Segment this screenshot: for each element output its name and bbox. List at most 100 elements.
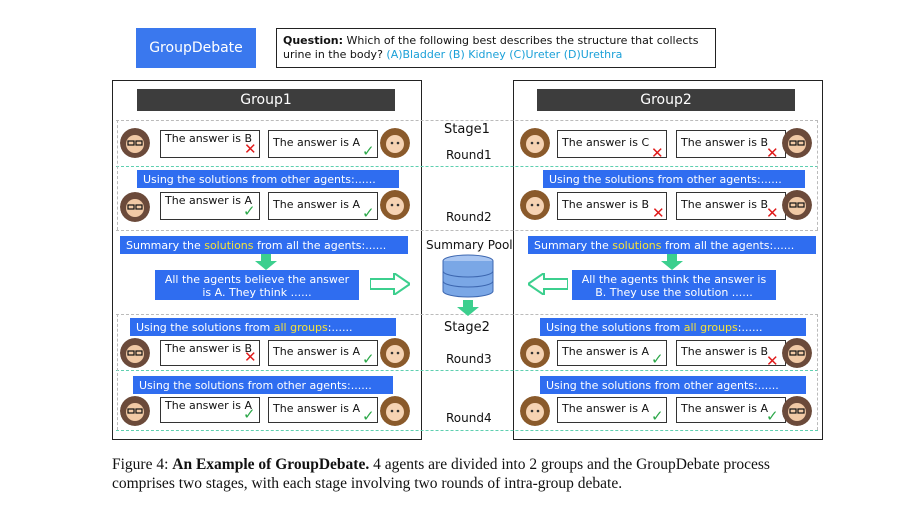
bubble-text: The answer is A: [165, 194, 252, 207]
summary-suffix: from all the agents:......: [257, 238, 387, 252]
all-groups-suffix: :......: [737, 320, 763, 334]
g1-r3-agent-left-avatar: [120, 338, 150, 372]
woman-avatar-icon: [520, 396, 550, 426]
round3-separator: [116, 370, 818, 371]
stage1-left-edge: [117, 120, 118, 230]
g2-r3-agent-right-avatar: [782, 338, 812, 372]
woman-avatar-icon: [380, 338, 410, 368]
question-label: Question:: [283, 34, 344, 47]
g1-summary-bar: Summary the solutions from all the agent…: [120, 236, 408, 254]
g2-r2-bubble-1: The answer is B: [557, 192, 667, 220]
g2-summary-bar: Summary the solutions from all the agent…: [528, 236, 816, 254]
g1-r1-agent-right-avatar: [380, 128, 410, 162]
round2-label: Round2: [446, 210, 492, 224]
bubble-text: The answer is A: [562, 402, 649, 415]
stage2-right-edge: [817, 314, 818, 430]
stage2-left-edge: [117, 314, 118, 430]
woman-avatar-icon: [380, 128, 410, 158]
g1-summary-box: All the agents believe the answer is A. …: [155, 270, 359, 300]
stage1-bottom-line: [116, 230, 818, 231]
g2-all-groups-bar: Using the solutions from all groups:....…: [540, 318, 806, 336]
g2-r1-agent-left-avatar: [520, 128, 550, 162]
g2-r4-agent-right-avatar: [782, 396, 812, 430]
g2-r2-agent-left-avatar: [520, 190, 550, 224]
bubble-text: The answer is B: [681, 136, 769, 149]
woman-avatar-icon: [520, 128, 550, 158]
bubble-text: The answer is A: [562, 345, 649, 358]
all-groups-highlight: all groups: [273, 320, 328, 334]
correct-mark-icon: ✓: [362, 350, 375, 368]
groupdebate-button: GroupDebate: [136, 28, 256, 68]
correct-mark-icon: ✓: [362, 204, 375, 222]
g2-r1-agent-right-avatar: [782, 128, 812, 162]
correct-mark-icon: ✓: [362, 142, 375, 160]
correct-mark-icon: ✓: [766, 407, 779, 425]
summary-highlight: solutions: [204, 238, 254, 252]
wrong-mark-icon: ✕: [766, 204, 779, 222]
bubble-text: The answer is A: [273, 198, 360, 211]
summary-suffix: from all the agents:......: [665, 238, 795, 252]
all-groups-prefix: Using the solutions from: [136, 320, 271, 334]
summary-prefix: Summary the: [534, 238, 609, 252]
summary-highlight: solutions: [612, 238, 662, 252]
round3-label: Round3: [446, 352, 492, 366]
wrong-mark-icon: ✕: [244, 348, 257, 366]
stage1-top-line: [116, 120, 818, 121]
g2-summary-box: All the agents think the answer is B. Th…: [572, 270, 776, 300]
correct-mark-icon: ✓: [243, 202, 256, 220]
g1-r1-agent-left-avatar: [120, 128, 150, 162]
man-with-glasses-avatar-icon: [120, 338, 150, 368]
all-groups-prefix: Using the solutions from: [546, 320, 681, 334]
stage1-right-edge: [817, 120, 818, 230]
woman-avatar-icon: [520, 190, 550, 220]
question-box: Question: Which of the following best de…: [276, 28, 716, 68]
pool-down-arrow-icon: [457, 300, 479, 316]
correct-mark-icon: ✓: [651, 407, 664, 425]
man-with-glasses-avatar-icon: [120, 396, 150, 426]
wrong-mark-icon: ✕: [766, 144, 779, 162]
man-with-glasses-avatar-icon: [782, 338, 812, 368]
g2-r3-agent-left-avatar: [520, 338, 550, 372]
wrong-mark-icon: ✕: [651, 144, 664, 162]
man-with-glasses-avatar-icon: [120, 128, 150, 158]
bubble-text: The answer is B: [165, 132, 253, 145]
wrong-mark-icon: ✕: [652, 204, 665, 222]
round4-label: Round4: [446, 411, 492, 425]
bubble-text: The answer is A: [273, 402, 360, 415]
round1-separator: [116, 166, 818, 167]
bubble-text: The answer is C: [562, 136, 650, 149]
bubble-text: The answer is B: [165, 342, 253, 355]
group2-title: Group2: [537, 89, 795, 111]
bubble-text: The answer is A: [165, 399, 252, 412]
pool-to-g2-arrow-icon: [528, 273, 568, 295]
g1-r2-agent-left-avatar: [120, 192, 150, 226]
stage1-label: Stage1: [444, 122, 490, 137]
summary-prefix: Summary the: [126, 238, 201, 252]
all-groups-highlight: all groups: [683, 320, 738, 334]
round4-bottom-line: [116, 430, 818, 431]
woman-avatar-icon: [380, 190, 410, 220]
g2-down-arrow-icon: [661, 254, 683, 270]
wrong-mark-icon: ✕: [244, 140, 257, 158]
figure-caption: Figure 4: An Example of GroupDebate. 4 a…: [112, 455, 812, 493]
woman-avatar-icon: [520, 338, 550, 368]
question-options: (A)Bladder (B) Kidney (C)Ureter (D)Ureth…: [386, 48, 623, 61]
caption-bold: An Example of GroupDebate.: [172, 456, 370, 473]
bubble-text: The answer is B: [562, 198, 650, 211]
g2-r4-agent-left-avatar: [520, 396, 550, 430]
bubble-text: The answer is A: [681, 402, 768, 415]
group1-title: Group1: [137, 89, 395, 111]
g1-r4-agent-left-avatar: [120, 396, 150, 430]
man-with-glasses-avatar-icon: [782, 396, 812, 426]
bubble-text: The answer is A: [273, 136, 360, 149]
database-icon: [442, 254, 494, 298]
g1-to-pool-arrow-icon: [370, 273, 410, 295]
round1-label: Round1: [446, 148, 492, 162]
correct-mark-icon: ✓: [243, 405, 256, 423]
man-with-glasses-avatar-icon: [782, 128, 812, 158]
bubble-text: The answer is B: [681, 345, 769, 358]
g1-r3-agent-right-avatar: [380, 338, 410, 372]
g2-other-agents-bar-2: Using the solutions from other agents:..…: [540, 376, 806, 394]
summary-pool-label: Summary Pool: [426, 238, 513, 252]
all-groups-suffix: :......: [327, 320, 353, 334]
